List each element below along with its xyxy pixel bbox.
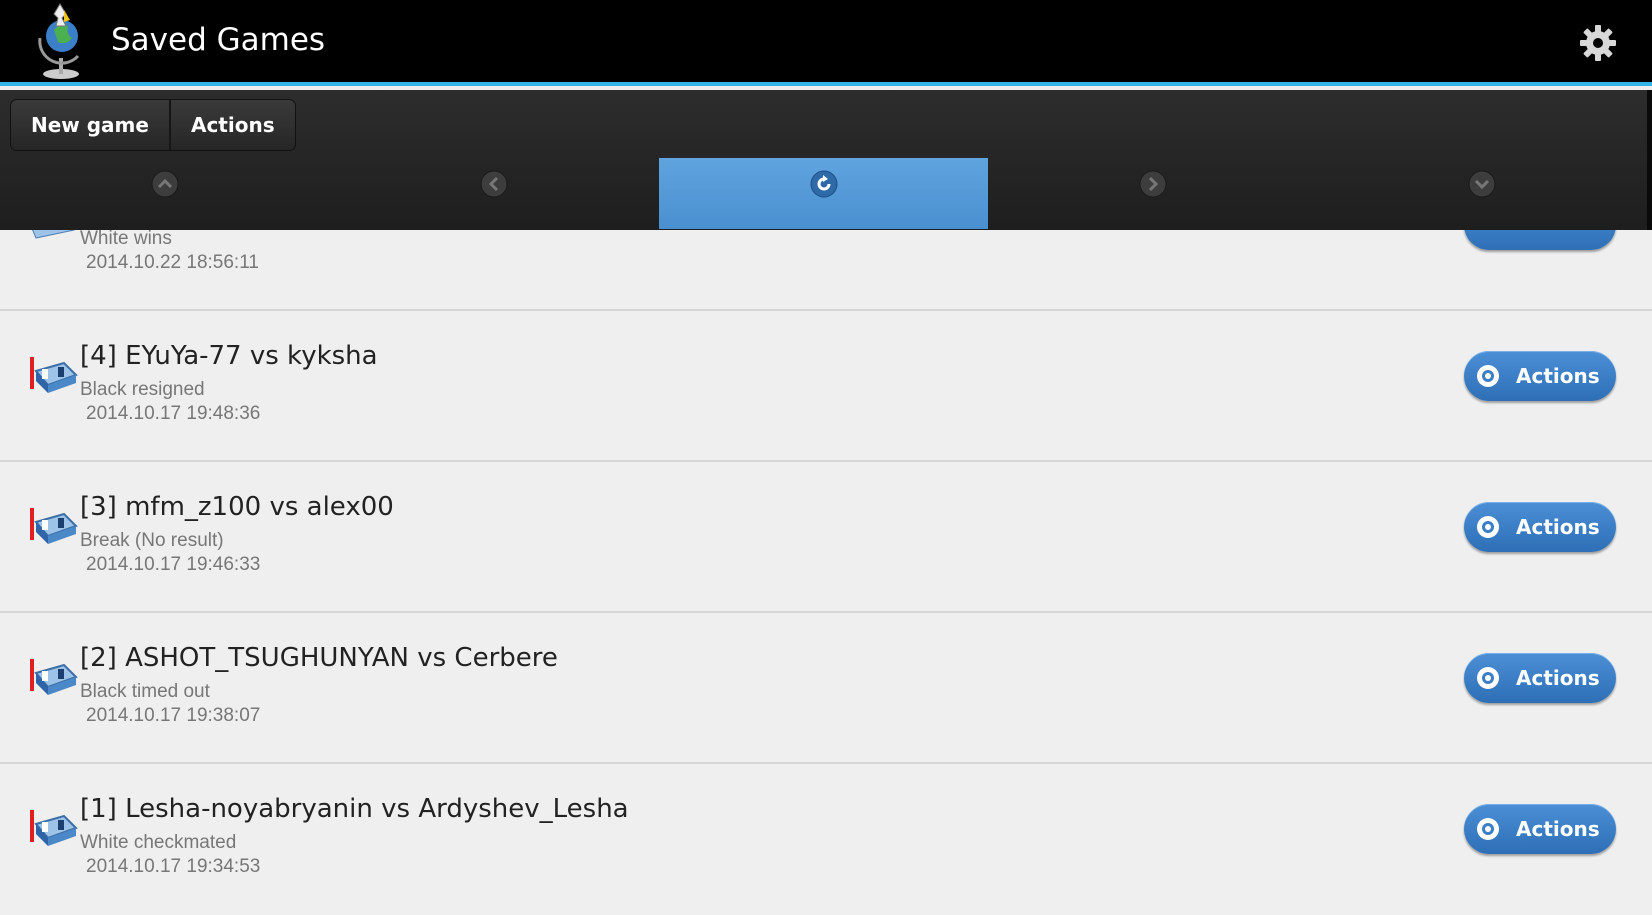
gear-icon [1477,667,1499,689]
game-title: [4] EYuYa-77 vs kyksha [80,341,378,371]
list-item[interactable]: [2] ASHOT_TSUGHUNYAN vs Cerbere Black ti… [0,613,1652,764]
chess-globe-logo[interactable] [30,0,92,84]
actions-label: Actions [1516,666,1600,690]
game-status: Black resigned [80,379,205,400]
new-game-button[interactable]: New game [11,100,169,150]
board-icon [32,230,75,239]
game-status: Break (No result) [80,530,224,551]
board-icon [30,357,78,393]
actions-menu-button[interactable]: Actions [168,100,295,150]
toolbar: New game Actions [0,90,1652,230]
nav-refresh-button[interactable] [658,158,989,229]
actions-button[interactable]: Actions [1464,351,1616,401]
game-title: [2] ASHOT_TSUGHUNYAN vs Cerbere [80,643,558,673]
refresh-icon [810,170,838,198]
game-date: 2014.10.17 19:46:33 [86,554,261,575]
game-title: [3] mfm_z100 vs alex00 [80,492,394,522]
actions-label: Actions [1516,515,1600,539]
gear-icon[interactable] [1578,23,1618,63]
toolbar-button-group: New game Actions [11,100,295,150]
actions-button[interactable]: Actions [1464,653,1616,703]
gear-icon [1477,818,1499,840]
actions-button[interactable]: Actions [1464,502,1616,552]
board-icon [30,810,78,846]
list-item[interactable]: [1] Lesha-noyabryanin vs Ardyshev_Lesha … [0,764,1652,915]
list-item[interactable]: [4] EYuYa-77 vs kyksha Black resigned 20… [0,311,1652,462]
game-title: [1] Lesha-noyabryanin vs Ardyshev_Lesha [80,794,629,824]
game-date: 2014.10.22 18:56:11 [86,252,259,273]
actions-label: Actions [1516,364,1600,388]
game-status: White wins [80,230,172,249]
game-date: 2014.10.17 19:38:07 [86,705,261,726]
actions-button[interactable] [1464,230,1616,250]
list-item-partial[interactable]: White wins 2014.10.22 18:56:11 [0,230,1652,311]
chevron-left-icon [480,170,508,198]
actions-label: Actions [1516,817,1600,841]
app-title: Saved Games [111,22,326,58]
chevron-down-icon [1468,170,1496,198]
nav-first-button[interactable] [0,158,329,229]
nav-next-button[interactable] [988,158,1317,229]
list-item[interactable]: [3] mfm_z100 vs alex00 Break (No result)… [0,462,1652,613]
game-date: 2014.10.17 19:48:36 [86,403,261,424]
nav-last-button[interactable] [1318,158,1647,229]
actions-button[interactable]: Actions [1464,804,1616,854]
saved-games-list: [4] EYuYa-77 vs kyksha Black resigned 20… [0,311,1652,915]
game-status: White checkmated [80,832,237,853]
nav-prev-button[interactable] [329,158,658,229]
game-date: 2014.10.17 19:34:53 [86,856,261,877]
chevron-up-icon [151,170,179,198]
game-status: Black timed out [80,681,210,702]
chevron-right-icon [1139,170,1167,198]
board-icon [30,508,78,544]
board-icon [30,659,78,695]
gear-icon [1477,365,1499,387]
gear-icon [1477,516,1499,538]
action-bar: Saved Games [0,0,1652,86]
navigation-row [0,158,1647,229]
